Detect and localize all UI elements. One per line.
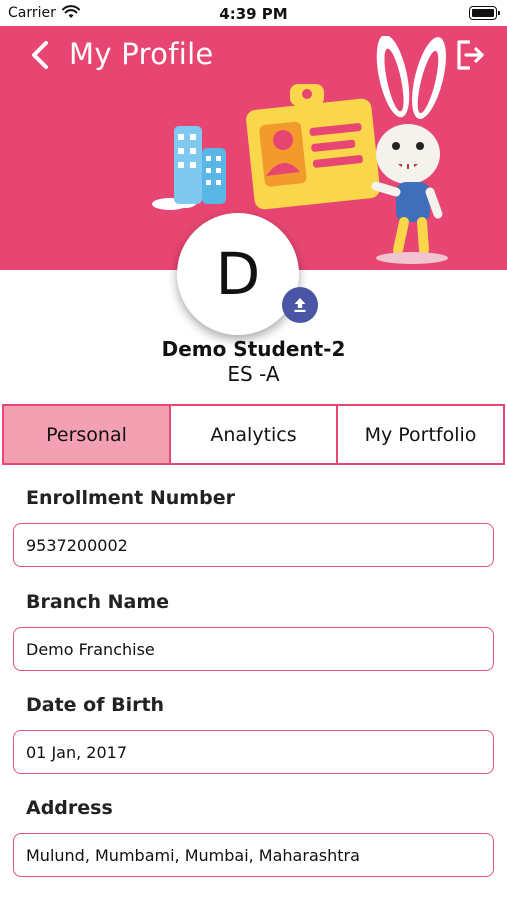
battery-icon (469, 6, 500, 20)
student-name: Demo Student-2 (161, 337, 346, 361)
back-button[interactable] (26, 38, 56, 72)
clock: 4:39 PM (219, 5, 288, 23)
profile-tabs: Personal Analytics My Portfolio (2, 404, 505, 465)
status-bar: Carrier 4:39 PM (0, 0, 507, 26)
student-class: ES -A (227, 362, 280, 386)
upload-icon (294, 298, 306, 312)
branch-name-label: Branch Name (26, 591, 170, 613)
tab-personal[interactable]: Personal (2, 404, 171, 465)
upload-photo-button[interactable] (282, 287, 318, 323)
avatar-initial: D (215, 240, 261, 308)
date-of-birth-field[interactable] (13, 730, 494, 774)
enrollment-number-label: Enrollment Number (26, 487, 235, 509)
branch-name-field[interactable] (13, 627, 494, 671)
tab-analytics[interactable]: Analytics (171, 404, 338, 465)
address-field[interactable] (13, 833, 494, 877)
chevron-left-icon (32, 41, 48, 69)
enrollment-number-field[interactable] (13, 523, 494, 567)
avatar: D (177, 213, 299, 335)
address-label: Address (26, 797, 113, 819)
tab-my-portfolio[interactable]: My Portfolio (338, 404, 505, 465)
date-of-birth-label: Date of Birth (26, 694, 165, 716)
